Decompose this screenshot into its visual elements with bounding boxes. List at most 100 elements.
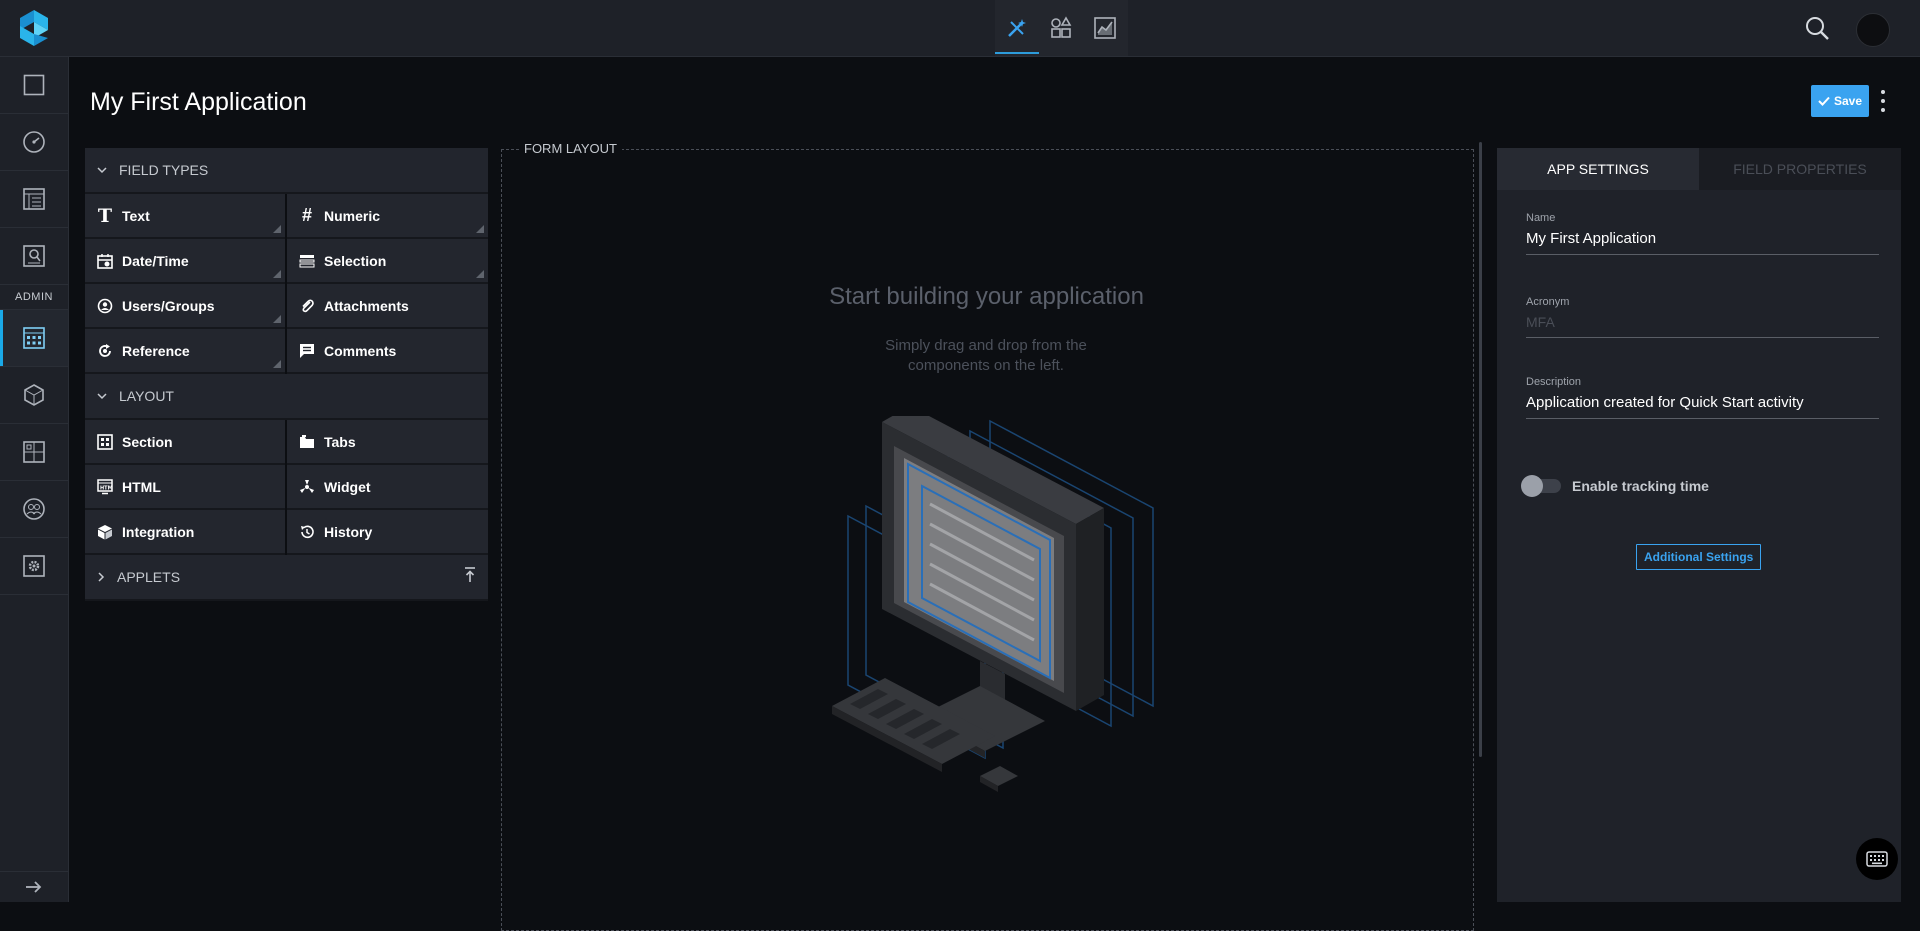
field-type-label: Selection	[324, 252, 387, 269]
page-title: My First Application	[90, 88, 307, 116]
acronym-label: Acronym	[1526, 296, 1570, 308]
toggle-switch[interactable]	[1521, 475, 1561, 497]
save-button[interactable]: Save	[1811, 85, 1869, 117]
layout-icon	[23, 441, 45, 463]
description-input[interactable]: Application created for Quick Start acti…	[1526, 394, 1879, 418]
field-type-text[interactable]: T Text	[85, 194, 285, 239]
arrow-to-top-icon	[465, 567, 475, 582]
logo-icon	[20, 10, 48, 46]
grid-table-icon	[23, 327, 45, 349]
settings-panel: APP SETTINGS FIELD PROPERTIES Name My Fi…	[1497, 148, 1901, 902]
chevron-right-icon	[98, 572, 105, 582]
user-icon	[97, 298, 113, 313]
comment-icon	[300, 343, 314, 358]
nav-search-records[interactable]	[0, 228, 68, 285]
wand-ruler-icon	[1008, 19, 1026, 37]
arrow-right-icon	[26, 881, 42, 893]
html-icon: HTML	[97, 478, 113, 494]
field-type-selection[interactable]: Selection	[287, 239, 488, 284]
nav-dashboard[interactable]	[0, 114, 68, 171]
layout-label: LAYOUT	[119, 388, 174, 404]
expand-corner-icon	[273, 270, 281, 278]
tab-workflow-mode[interactable]	[1039, 0, 1083, 56]
cube-icon	[98, 524, 112, 539]
tracking-time-toggle[interactable]: Enable tracking time	[1521, 475, 1709, 497]
chart-icon	[1094, 17, 1116, 39]
cube-icon	[24, 384, 44, 406]
tab-reports-mode[interactable]	[1083, 0, 1127, 56]
empty-state-subtitle: Simply drag and drop from the components…	[885, 337, 1087, 374]
layout-item-label: Section	[122, 433, 173, 450]
field-type-reference[interactable]: Reference	[85, 329, 285, 374]
layout-item-label: Widget	[324, 478, 371, 495]
description-field[interactable]: Description Application created for Quic…	[1526, 376, 1879, 419]
empty-state-title: Start building your application	[829, 283, 1144, 310]
chevron-down-icon	[97, 167, 107, 174]
field-type-label: Users/Groups	[122, 297, 215, 314]
nav-integrations[interactable]	[0, 367, 68, 424]
form-layout-label: FORM LAYOUT	[519, 141, 622, 156]
settings-tabs: APP SETTINGS FIELD PROPERTIES	[1497, 148, 1901, 190]
field-type-attachments[interactable]: Attachments	[287, 284, 488, 329]
users-icon	[23, 498, 45, 520]
acronym-field[interactable]: Acronym MFA	[1526, 296, 1879, 338]
report-icon	[23, 188, 45, 210]
layout-header[interactable]: LAYOUT	[85, 374, 488, 420]
nav-reports[interactable]	[0, 171, 68, 228]
layout-section[interactable]: Section	[85, 420, 285, 465]
tab-design-mode[interactable]	[995, 0, 1039, 56]
canvas-scrollbar[interactable]	[1479, 142, 1482, 757]
field-type-comments[interactable]: Comments	[287, 329, 488, 374]
expand-sidebar-button[interactable]	[0, 871, 68, 902]
layout-item-label: Integration	[122, 523, 195, 540]
field-type-datetime[interactable]: Date/Time	[85, 239, 285, 284]
nav-settings[interactable]	[0, 538, 68, 595]
expand-corner-icon	[476, 225, 484, 233]
left-nav-rail: ADMIN	[0, 0, 69, 902]
collapse-to-top-button[interactable]	[464, 567, 476, 586]
expand-corner-icon	[273, 360, 281, 368]
name-field[interactable]: Name My First Application	[1526, 212, 1879, 255]
nav-users[interactable]	[0, 481, 68, 538]
tab-field-properties[interactable]: FIELD PROPERTIES	[1699, 148, 1901, 190]
applets-header[interactable]: APPLETS	[85, 555, 488, 601]
svg-text:HTML: HTML	[100, 485, 113, 491]
top-bar	[68, 0, 1920, 57]
save-button-label: Save	[1833, 94, 1863, 108]
additional-settings-button[interactable]: Additional Settings	[1636, 544, 1762, 570]
layout-tabs[interactable]: Tabs	[287, 420, 488, 465]
tabs-icon	[300, 434, 314, 448]
expand-corner-icon	[273, 315, 281, 323]
field-type-numeric[interactable]: # Numeric	[287, 194, 488, 239]
acronym-input[interactable]: MFA	[1526, 314, 1879, 337]
gauge-icon	[23, 131, 45, 153]
keyboard-shortcuts-button[interactable]	[1856, 838, 1898, 880]
app-logo[interactable]	[0, 0, 68, 57]
layout-widget[interactable]: Widget	[287, 465, 488, 510]
field-type-label: Attachments	[324, 297, 409, 314]
nav-workspaces[interactable]	[0, 424, 68, 481]
expand-corner-icon	[273, 225, 281, 233]
field-types-grid: T Text # Numeric Date/Time Selection Use…	[85, 194, 488, 374]
field-type-users-groups[interactable]: Users/Groups	[85, 284, 285, 329]
builder-mode-tabs	[995, 0, 1128, 56]
shapes-icon	[1051, 16, 1072, 38]
layout-integration[interactable]: Integration	[85, 510, 285, 555]
layout-html[interactable]: HTML HTML	[85, 465, 285, 510]
tab-app-settings[interactable]: APP SETTINGS	[1497, 148, 1699, 190]
layout-history[interactable]: History	[287, 510, 488, 555]
name-input[interactable]: My First Application	[1526, 230, 1879, 254]
square-icon	[23, 74, 45, 96]
text-icon: T	[97, 204, 113, 227]
widget-icon	[300, 479, 314, 493]
history-icon	[301, 525, 314, 538]
nav-workspace[interactable]	[0, 57, 68, 114]
description-label: Description	[1526, 376, 1582, 388]
field-types-header[interactable]: FIELD TYPES	[85, 148, 488, 194]
field-type-label: Text	[122, 207, 150, 224]
layout-grid: Section Tabs HTML HTML Widget Integratio…	[85, 420, 488, 555]
more-options-button[interactable]	[1880, 90, 1886, 112]
nav-application-builder[interactable]	[0, 310, 68, 367]
global-search-button[interactable]	[1804, 15, 1830, 46]
user-avatar[interactable]	[1856, 13, 1890, 47]
